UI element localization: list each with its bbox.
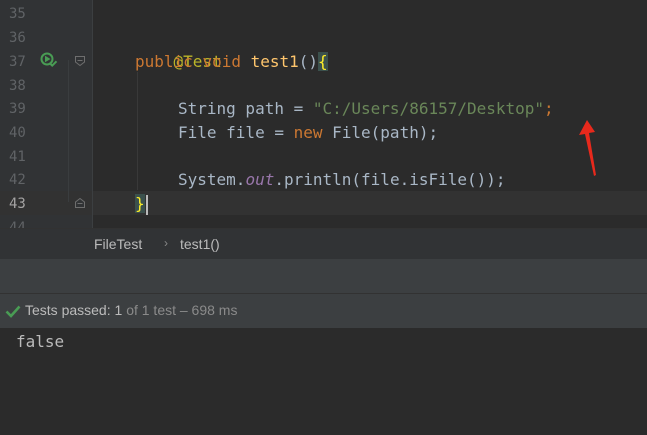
check-icon <box>5 305 21 318</box>
line-number: 41 <box>9 149 26 165</box>
test-status-text: Tests passed: 1 of 1 test – 698 ms <box>25 302 237 318</box>
code-text: file = <box>216 123 294 142</box>
code-line-43[interactable]: } <box>135 192 148 216</box>
method-name: test1 <box>250 52 299 71</box>
code-text: .println(file.isFile()); <box>274 170 506 189</box>
keyword-token: public <box>135 52 193 71</box>
line-number: 44 <box>9 220 26 228</box>
breadcrumb-separator: › <box>164 236 168 250</box>
keyword-token: void <box>202 52 241 71</box>
line-number: 38 <box>9 78 26 94</box>
type-token: String <box>178 99 236 118</box>
line-number: 37 <box>9 54 26 70</box>
brace-match: { <box>318 52 328 71</box>
code-text: System. <box>178 170 246 189</box>
parens-token: () <box>298 52 319 71</box>
fold-end-icon[interactable] <box>74 197 86 209</box>
string-literal: "C:/Users/86157/Desktop" <box>312 99 545 118</box>
console-line: false <box>16 332 65 351</box>
status-label: Tests passed: <box>25 302 111 318</box>
line-number: 42 <box>9 172 26 188</box>
brace-match: } <box>135 194 145 213</box>
field-token: out <box>245 170 275 189</box>
status-detail: of 1 test – 698 ms <box>126 302 238 318</box>
fold-guide <box>68 60 69 202</box>
code-line-42[interactable]: System.out.println(file.isFile()); <box>178 168 506 192</box>
code-line-40[interactable]: File file = new File(path); <box>178 121 438 145</box>
breadcrumb-item-class[interactable]: FileTest <box>94 236 142 252</box>
breadcrumb: FileTest › test1() <box>0 228 647 259</box>
code-text: path = <box>235 99 313 118</box>
type-token: File <box>178 123 217 142</box>
code-line-36[interactable]: @Test <box>135 26 222 71</box>
gutter-separator <box>92 0 93 228</box>
fold-icon[interactable] <box>74 55 86 67</box>
line-number: 36 <box>9 30 26 46</box>
code-text: File(path); <box>322 123 439 142</box>
code-editor[interactable]: 35 36 37 38 39 40 41 42 43 44 @Test publ… <box>0 0 647 228</box>
line-number: 39 <box>9 101 26 117</box>
code-line-37[interactable]: public void test1(){ <box>135 50 328 74</box>
code-line-39[interactable]: String path = "C:/Users/86157/Desktop"; <box>178 97 554 121</box>
keyword-token: new <box>293 123 323 142</box>
breadcrumb-item-method[interactable]: test1() <box>180 236 220 252</box>
run-toolbar <box>0 259 647 294</box>
line-number: 35 <box>9 6 26 22</box>
red-arrow-annotation <box>579 120 596 176</box>
line-number: 40 <box>9 125 26 141</box>
line-number-current: 43 <box>9 196 26 212</box>
test-status-bar: Tests passed: 1 of 1 test – 698 ms <box>0 294 647 329</box>
passed-count: 1 <box>114 302 123 318</box>
run-test-icon[interactable] <box>40 52 58 68</box>
semicolon-token: ; <box>544 99 554 118</box>
text-cursor <box>145 194 148 215</box>
console-output[interactable]: false <box>0 329 647 435</box>
caret-row-highlight <box>0 191 647 215</box>
partial-line: 44 <box>0 216 647 228</box>
